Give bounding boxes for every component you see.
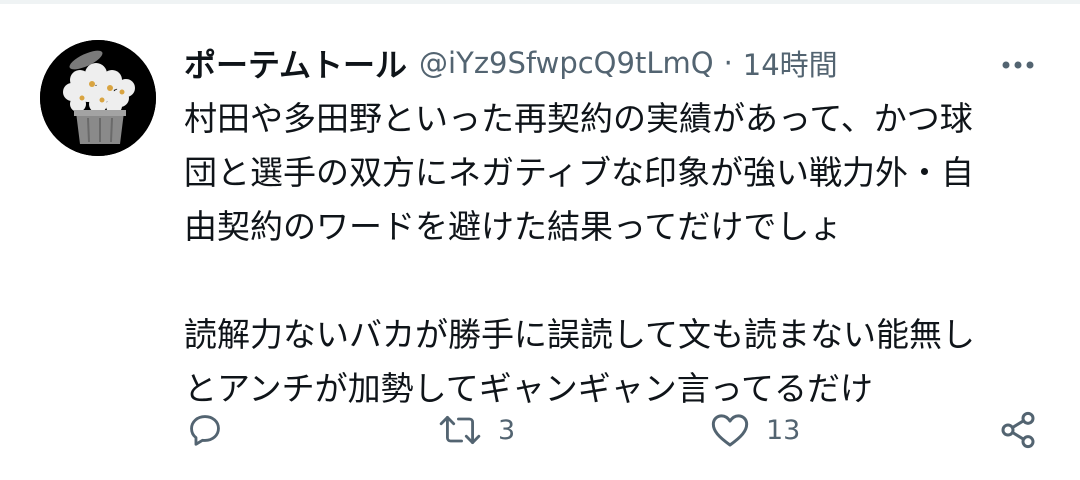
timestamp[interactable]: 14時間 xyxy=(743,42,838,84)
separator-dot: · xyxy=(723,46,733,80)
more-options-icon[interactable] xyxy=(996,50,1040,80)
like-button[interactable]: 13 xyxy=(710,410,800,450)
retweet-icon xyxy=(439,416,481,444)
reply-icon xyxy=(190,415,220,446)
share-icon xyxy=(1001,411,1035,449)
user-handle[interactable]: @iYz9SfwpcQ9tLmQ xyxy=(419,46,714,80)
tweet-paragraph: 読解力ないバカが勝手に誤読して文も読まない能無し とアンチが加勢してギャンギャン… xyxy=(184,315,976,408)
share-button[interactable] xyxy=(998,410,1038,450)
reply-button[interactable] xyxy=(186,410,224,450)
tweet-text: 村田や多田野といった再契約の実績があって、かつ球 団と選手の双方にネガティブな印… xyxy=(184,92,1044,416)
tweet-header: ポーテムトール @iYz9SfwpcQ9tLmQ · 14時間 xyxy=(184,38,838,88)
trash-can-popcorn-icon xyxy=(40,40,156,156)
tweet-paragraph: 村田や多田野といった再契約の実績があって、かつ球 団と選手の双方にネガティブな印… xyxy=(184,99,975,246)
retweet-count: 3 xyxy=(498,414,516,446)
top-divider xyxy=(0,0,1080,4)
tweet-card[interactable]: ポーテムトール @iYz9SfwpcQ9tLmQ · 14時間 村田や多田野とい… xyxy=(0,0,1080,480)
avatar[interactable] xyxy=(40,40,156,156)
retweet-button[interactable]: 3 xyxy=(438,410,515,450)
heart-icon xyxy=(711,414,749,447)
like-count: 13 xyxy=(766,414,801,446)
display-name[interactable]: ポーテムトール xyxy=(184,40,407,86)
